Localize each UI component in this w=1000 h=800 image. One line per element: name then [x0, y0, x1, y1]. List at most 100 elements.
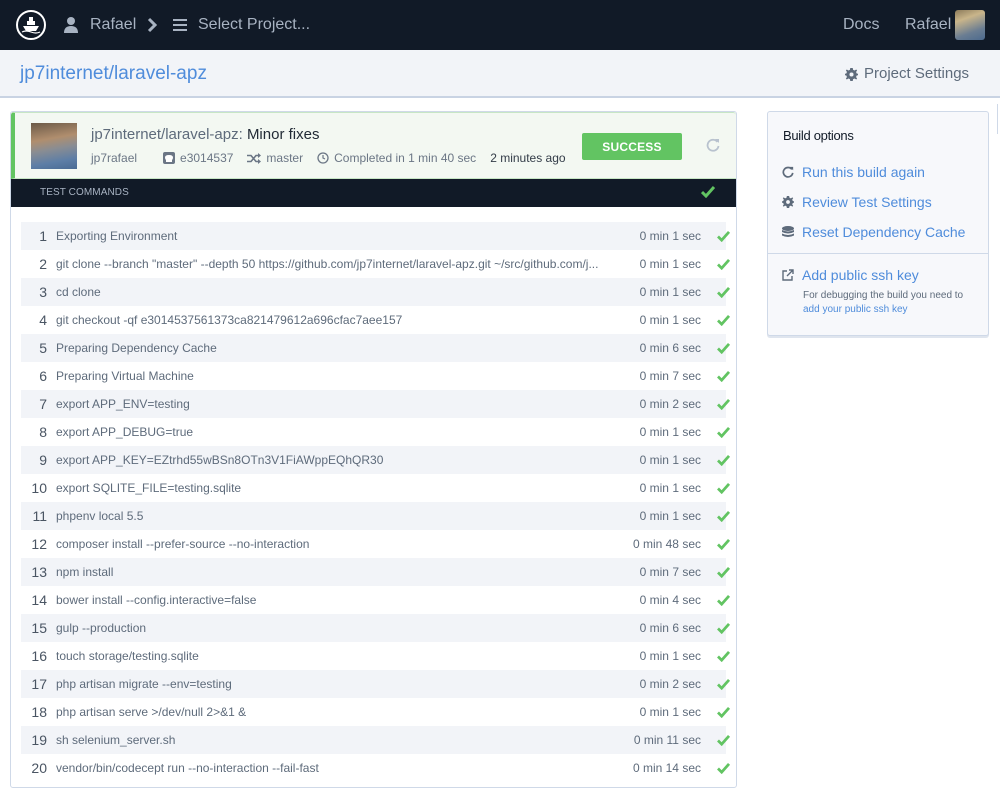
command-row[interactable]: 18 php artisan serve >/dev/null 2>&1 & 0 m…	[21, 698, 730, 726]
command-row[interactable]: 17 php artisan migrate --env=testing 0 min…	[21, 670, 730, 698]
command-number: 10	[31, 480, 47, 496]
command-number: 1	[39, 228, 47, 244]
command-number: 16	[31, 648, 47, 664]
command-number: 3	[39, 284, 47, 300]
command-number: 5	[39, 340, 47, 356]
clock-icon	[317, 152, 329, 164]
command-text: php artisan serve >/dev/null 2>&1 &	[56, 705, 247, 719]
add-ssh-key-link[interactable]: Add public ssh key	[782, 266, 919, 284]
check-icon	[717, 594, 730, 606]
reset-dependency-cache-link[interactable]: Reset Dependency Cache	[782, 223, 965, 241]
command-text: export APP_ENV=testing	[56, 397, 190, 411]
command-row[interactable]: 12 composer install --prefer-source --no-…	[21, 530, 730, 558]
check-icon	[701, 186, 715, 198]
check-icon	[717, 286, 730, 298]
command-duration: 0 min 1 sec	[639, 453, 701, 467]
external-link-icon	[782, 269, 794, 281]
build-summary: jp7internet/laravel-apz: Minor fixes jp7…	[11, 112, 736, 179]
command-row[interactable]: 10 export SQLITE_FILE=testing.sqlite 0 min…	[21, 474, 730, 502]
ship-icon	[21, 17, 41, 34]
add-ssh-key-inline-link[interactable]: add your public ssh key	[803, 303, 963, 317]
check-icon	[717, 622, 730, 634]
command-row[interactable]: 3 cd clone 0 min 1 sec	[21, 278, 730, 306]
account-avatar[interactable]	[955, 10, 985, 40]
command-row[interactable]: 6 Preparing Virtual Machine 0 min 7 sec	[21, 362, 730, 390]
reset-dependency-cache-label: Reset Dependency Cache	[802, 224, 966, 240]
check-icon	[717, 510, 730, 522]
ssh-note-text: For debugging the build you need to	[803, 290, 964, 301]
check-icon	[717, 678, 730, 690]
command-duration: 0 min 6 sec	[639, 341, 701, 355]
project-header: jp7internet/laravel-apz Project Settings	[0, 50, 1000, 98]
check-icon	[717, 650, 730, 662]
shuffle-icon	[247, 152, 262, 164]
command-duration: 0 min 48 sec	[632, 537, 701, 551]
build-branch[interactable]: master	[247, 150, 303, 166]
command-text: Preparing Dependency Cache	[56, 341, 217, 355]
project-settings-link[interactable]: Project Settings	[845, 65, 969, 83]
command-row[interactable]: 1 Exporting Environment 0 min 1 sec	[21, 222, 730, 250]
check-icon	[717, 398, 730, 410]
check-icon	[717, 426, 730, 438]
command-duration: 0 min 2 sec	[639, 677, 701, 691]
run-build-again-link[interactable]: Run this build again	[782, 163, 925, 181]
project-settings-label: Project Settings	[864, 65, 970, 82]
command-number: 4	[39, 312, 47, 328]
check-icon	[717, 370, 730, 382]
command-number: 18	[31, 704, 47, 720]
review-test-settings-link[interactable]: Review Test Settings	[782, 193, 932, 211]
check-icon	[717, 230, 730, 242]
command-row[interactable]: 11 phpenv local 5.5 0 min 1 sec	[21, 502, 730, 530]
command-row[interactable]: 16 touch storage/testing.sqlite 0 min 1 se…	[21, 642, 730, 670]
gear-icon	[845, 67, 858, 81]
review-test-settings-label: Review Test Settings	[802, 194, 932, 210]
check-icon	[717, 258, 730, 270]
build-title: jp7internet/laravel-apz: Minor fixes	[91, 126, 319, 144]
command-text: sh selenium_server.sh	[56, 733, 176, 747]
command-row[interactable]: 20 vendor/bin/codecept run --no-interacti…	[21, 754, 730, 782]
build-commit[interactable]: e3014537	[163, 150, 233, 166]
select-project-dropdown[interactable]: Select Project...	[198, 15, 310, 35]
command-text: export APP_KEY=EZtrhd55wBSn8OTn3V1FiAWpp…	[56, 453, 384, 467]
circleci-logo[interactable]	[16, 10, 46, 40]
command-text: php artisan migrate --env=testing	[56, 677, 232, 691]
docs-link[interactable]: Docs	[843, 15, 879, 35]
command-number: 12	[31, 536, 47, 552]
database-icon	[782, 225, 794, 237]
command-row[interactable]: 15 gulp --production 0 min 6 sec	[21, 614, 730, 642]
status-badge: SUCCESS	[582, 133, 682, 160]
add-ssh-key-label: Add public ssh key	[802, 267, 919, 283]
command-duration: 0 min 7 sec	[639, 369, 701, 383]
command-number: 7	[39, 396, 47, 412]
command-row[interactable]: 8 export APP_DEBUG=true 0 min 1 sec	[21, 418, 730, 446]
command-duration: 0 min 7 sec	[639, 565, 701, 579]
command-row[interactable]: 13 npm install 0 min 7 sec	[21, 558, 730, 586]
build-author[interactable]: jp7rafael	[91, 150, 137, 166]
check-icon	[717, 454, 730, 466]
command-duration: 0 min 6 sec	[639, 621, 701, 635]
command-row[interactable]: 19 sh selenium_server.sh 0 min 11 sec	[21, 726, 730, 754]
command-row[interactable]: 4 git checkout -qf e3014537561373ca821479…	[21, 306, 730, 334]
command-row[interactable]: 5 Preparing Dependency Cache 0 min 6 sec	[21, 334, 730, 362]
build-meta: jp7rafael e3014537 master Completed in 1…	[91, 150, 580, 166]
command-row[interactable]: 2 git clone --branch "master" --depth 50 …	[21, 250, 730, 278]
build-repo[interactable]: jp7internet/laravel-apz:	[91, 126, 243, 143]
command-row[interactable]: 14 bower install --config.interactive=fal…	[21, 586, 730, 614]
command-duration: 0 min 4 sec	[639, 593, 701, 607]
author-avatar	[31, 123, 77, 169]
divider	[768, 253, 988, 254]
command-row[interactable]: 7 export APP_ENV=testing 0 min 2 sec	[21, 390, 730, 418]
check-icon	[717, 734, 730, 746]
command-number: 17	[31, 676, 47, 692]
project-title-link[interactable]: jp7internet/laravel-apz	[20, 62, 207, 86]
rebuild-icon[interactable]	[706, 138, 720, 152]
nav-user-link[interactable]: Rafael	[90, 15, 136, 35]
command-row[interactable]: 9 export APP_KEY=EZtrhd55wBSn8OTn3V1FiAWp…	[21, 446, 730, 474]
account-name-link[interactable]: Rafael	[905, 15, 951, 35]
command-duration: 0 min 1 sec	[639, 705, 701, 719]
command-duration: 0 min 1 sec	[639, 285, 701, 299]
user-icon	[64, 17, 78, 33]
command-text: export APP_DEBUG=true	[56, 425, 194, 439]
command-text: phpenv local 5.5	[56, 509, 144, 523]
check-icon	[717, 566, 730, 578]
